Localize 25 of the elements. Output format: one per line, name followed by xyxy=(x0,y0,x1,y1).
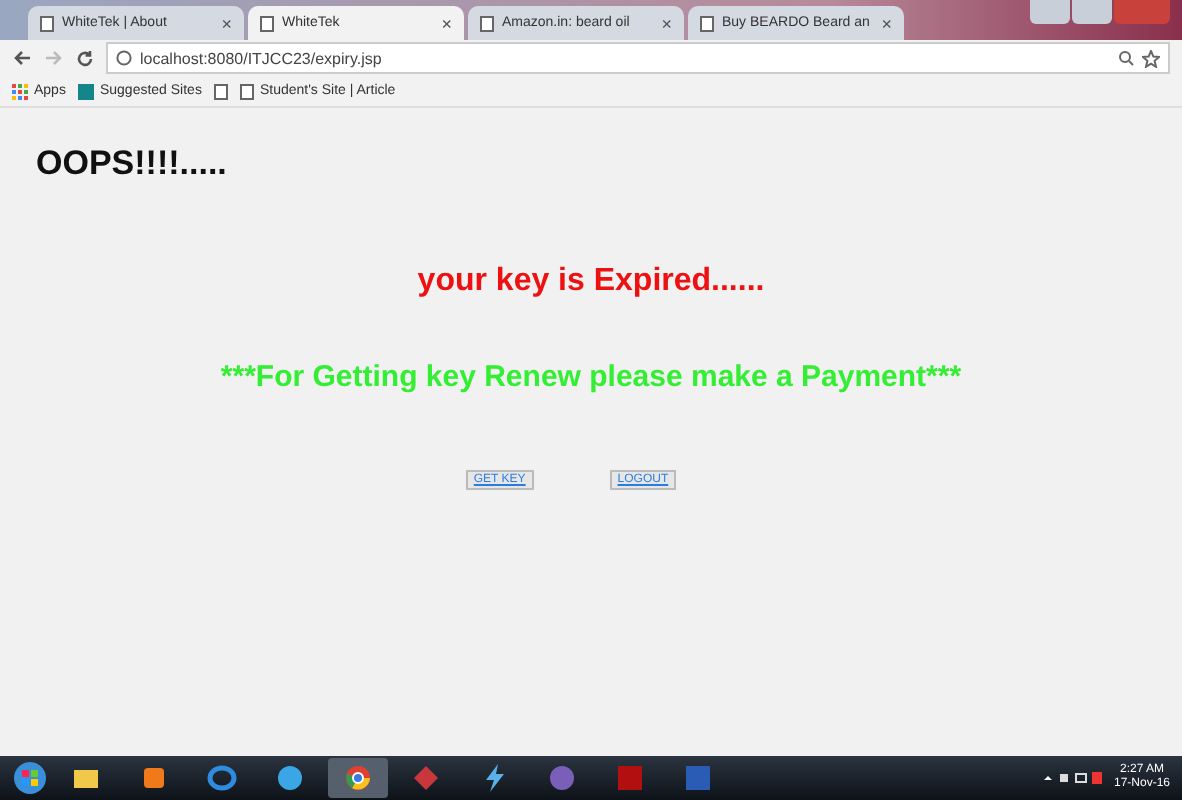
info-icon[interactable] xyxy=(116,50,132,66)
back-icon[interactable] xyxy=(12,50,32,66)
reload-icon[interactable] xyxy=(76,49,94,67)
start-button[interactable] xyxy=(12,760,48,796)
grid-icon xyxy=(12,83,28,99)
page-icon xyxy=(40,15,54,31)
tray-icons-drawing[interactable] xyxy=(1041,770,1102,786)
star-icon[interactable] xyxy=(1142,49,1160,67)
expired-message: your key is Expired...... xyxy=(415,264,767,300)
close-icon[interactable]: × xyxy=(661,13,672,33)
address-field[interactable]: localhost:8080/ITJCC23/expiry.jsp xyxy=(106,42,1170,74)
bookmark[interactable] xyxy=(213,83,228,99)
page-icon xyxy=(480,15,494,31)
pdf-app-icon[interactable] xyxy=(614,762,646,794)
close-icon[interactable]: × xyxy=(441,13,452,33)
site-icon xyxy=(77,83,94,99)
browser-icon[interactable] xyxy=(342,762,374,794)
payment-notice: ***For Getting key Renew please make a Payment*** xyxy=(218,360,964,394)
close-icon[interactable]: × xyxy=(221,13,232,33)
document-app-icon[interactable] xyxy=(682,762,714,794)
page-icon xyxy=(260,15,274,31)
close-icon[interactable]: × xyxy=(881,13,892,33)
page-icon xyxy=(700,15,714,31)
zoom-icon[interactable] xyxy=(1118,50,1134,66)
page-heading: OOPS!!!!..... xyxy=(36,144,229,184)
